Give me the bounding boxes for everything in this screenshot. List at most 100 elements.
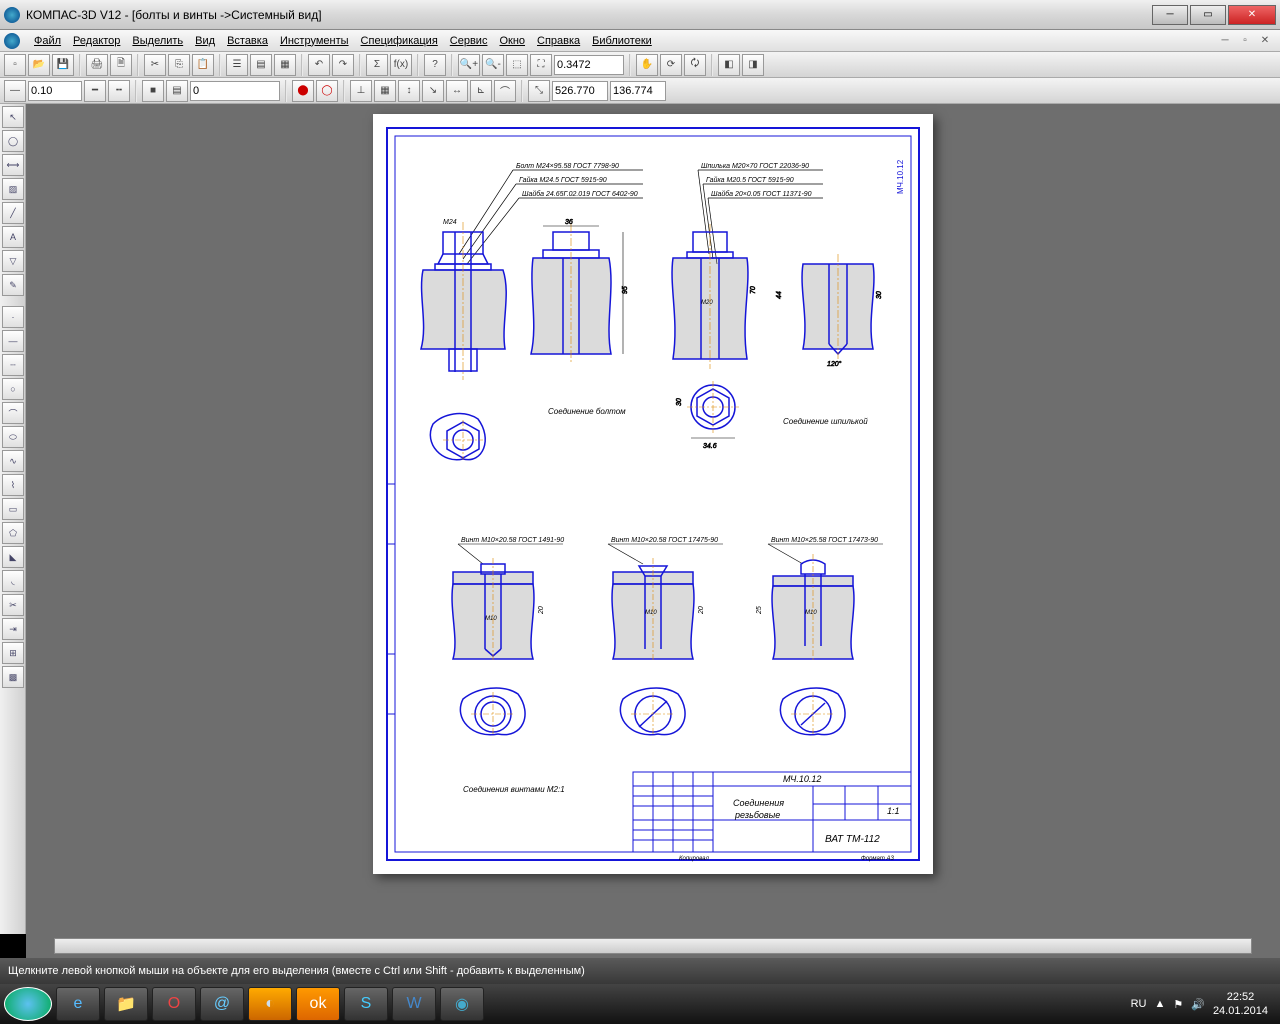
- snap-perp-icon[interactable]: ⊾: [470, 80, 492, 102]
- layer-icon[interactable]: ▤: [166, 80, 188, 102]
- arc-icon[interactable]: ⌒: [2, 402, 24, 424]
- zoom-in-icon[interactable]: 🔍+: [458, 54, 480, 76]
- snap-end-icon[interactable]: ↘: [422, 80, 444, 102]
- rough-icon[interactable]: ▽: [2, 250, 24, 272]
- coord-x[interactable]: [552, 81, 608, 101]
- chamfer-icon[interactable]: ◣: [2, 546, 24, 568]
- layer-input[interactable]: [190, 81, 280, 101]
- mdi-restore[interactable]: ▫: [1238, 34, 1252, 48]
- line-type-icon[interactable]: ━: [84, 80, 106, 102]
- tray-flag-icon[interactable]: ▲: [1154, 998, 1165, 1010]
- align-icon[interactable]: ↕: [398, 80, 420, 102]
- close-button[interactable]: ✕: [1228, 5, 1276, 25]
- view-icon[interactable]: ⊞: [2, 642, 24, 664]
- props-icon[interactable]: ☰: [226, 54, 248, 76]
- hatch2-icon[interactable]: ▩: [2, 666, 24, 688]
- help-icon[interactable]: ?: [424, 54, 446, 76]
- spline-icon[interactable]: ∿: [2, 450, 24, 472]
- redo-icon[interactable]: ↷: [332, 54, 354, 76]
- maximize-button[interactable]: ▭: [1190, 5, 1226, 25]
- arrow-icon[interactable]: ↖: [2, 106, 24, 128]
- cut-icon[interactable]: ✂: [144, 54, 166, 76]
- bezier-icon[interactable]: ⌇: [2, 474, 24, 496]
- edit-icon[interactable]: ✎: [2, 274, 24, 296]
- geom-icon[interactable]: ◯: [2, 130, 24, 152]
- snap-tan-icon[interactable]: ⌒: [494, 80, 516, 102]
- print-icon[interactable]: 🖨: [86, 54, 108, 76]
- zoom-window-icon[interactable]: ⬚: [506, 54, 528, 76]
- ellipse-icon[interactable]: ⬭: [2, 426, 24, 448]
- menu-editor[interactable]: Редактор: [67, 33, 126, 49]
- task-opera[interactable]: O: [152, 987, 196, 1021]
- vars-icon[interactable]: Σ: [366, 54, 388, 76]
- seg-icon[interactable]: —: [2, 330, 24, 352]
- save-icon[interactable]: 💾: [52, 54, 74, 76]
- extra1-icon[interactable]: ◧: [718, 54, 740, 76]
- poly-icon[interactable]: ⬠: [2, 522, 24, 544]
- menu-file[interactable]: Файл: [28, 33, 67, 49]
- undo-icon[interactable]: ↶: [308, 54, 330, 76]
- dim-icon[interactable]: ⟷: [2, 154, 24, 176]
- task-explorer[interactable]: 📁: [104, 987, 148, 1021]
- fillet-icon[interactable]: ◟: [2, 570, 24, 592]
- menu-window[interactable]: Окно: [493, 33, 531, 49]
- task-skype[interactable]: S: [344, 987, 388, 1021]
- canvas[interactable]: МЧ.10.12 Болт М24×95.58 ГОСТ 7798-90 Гай…: [26, 104, 1280, 934]
- pan-icon[interactable]: ✋: [636, 54, 658, 76]
- circle-icon[interactable]: ○: [2, 378, 24, 400]
- tray-clock[interactable]: 22:52 24.01.2014: [1213, 990, 1268, 1018]
- fx-icon[interactable]: f(x): [390, 54, 412, 76]
- style-line-icon[interactable]: —: [4, 80, 26, 102]
- mdi-close[interactable]: ✕: [1258, 34, 1272, 48]
- start-button[interactable]: [4, 987, 52, 1021]
- snap1-icon[interactable]: ⬤: [292, 80, 314, 102]
- menu-insert[interactable]: Вставка: [221, 33, 274, 49]
- zoom-out-icon[interactable]: 🔍-: [482, 54, 504, 76]
- menu-spec[interactable]: Спецификация: [355, 33, 444, 49]
- task-word[interactable]: W: [392, 987, 436, 1021]
- tray-lang[interactable]: RU: [1131, 998, 1147, 1010]
- task-kompas[interactable]: ◉: [440, 987, 484, 1021]
- minimize-button[interactable]: ─: [1152, 5, 1188, 25]
- task-mail[interactable]: @: [200, 987, 244, 1021]
- ortho-icon[interactable]: ⊥: [350, 80, 372, 102]
- menu-tools[interactable]: Инструменты: [274, 33, 355, 49]
- zoom-fit-icon[interactable]: ⛶: [530, 54, 552, 76]
- menu-libs[interactable]: Библиотеки: [586, 33, 658, 49]
- new-icon[interactable]: ▫: [4, 54, 26, 76]
- snap2-icon[interactable]: ◯: [316, 80, 338, 102]
- mdi-minimize[interactable]: ─: [1218, 34, 1232, 48]
- tray-flag2-icon[interactable]: ⚑: [1173, 998, 1183, 1011]
- manager-icon[interactable]: ▦: [274, 54, 296, 76]
- aux-icon[interactable]: ┄: [2, 354, 24, 376]
- line-dash-icon[interactable]: ╍: [108, 80, 130, 102]
- point-icon[interactable]: ·: [2, 306, 24, 328]
- line-icon[interactable]: ╱: [2, 202, 24, 224]
- task-ie[interactable]: e: [56, 987, 100, 1021]
- rect-icon[interactable]: ▭: [2, 498, 24, 520]
- snap-mid-icon[interactable]: ↔: [446, 80, 468, 102]
- grid-icon[interactable]: ▦: [374, 80, 396, 102]
- extend-icon[interactable]: ⇥: [2, 618, 24, 640]
- text-icon[interactable]: A: [2, 226, 24, 248]
- extra2-icon[interactable]: ◨: [742, 54, 764, 76]
- menu-help[interactable]: Справка: [531, 33, 586, 49]
- rotate-icon[interactable]: ⟳: [660, 54, 682, 76]
- hatch-icon[interactable]: ▨: [2, 178, 24, 200]
- coord-y[interactable]: [610, 81, 666, 101]
- preview-icon[interactable]: 🗎: [110, 54, 132, 76]
- layers-icon[interactable]: ▤: [250, 54, 272, 76]
- coord-mode-icon[interactable]: ⤡: [528, 80, 550, 102]
- open-icon[interactable]: 📂: [28, 54, 50, 76]
- linewidth-input[interactable]: [28, 81, 82, 101]
- copy-icon[interactable]: ⎘: [168, 54, 190, 76]
- tray-vol-icon[interactable]: 🔊: [1191, 998, 1205, 1011]
- menu-view[interactable]: Вид: [189, 33, 221, 49]
- trim-icon[interactable]: ✂: [2, 594, 24, 616]
- task-app1[interactable]: ◐: [248, 987, 292, 1021]
- task-ok[interactable]: ok: [296, 987, 340, 1021]
- menu-service[interactable]: Сервис: [444, 33, 494, 49]
- color-icon[interactable]: ■: [142, 80, 164, 102]
- paste-icon[interactable]: 📋: [192, 54, 214, 76]
- menu-select[interactable]: Выделить: [126, 33, 189, 49]
